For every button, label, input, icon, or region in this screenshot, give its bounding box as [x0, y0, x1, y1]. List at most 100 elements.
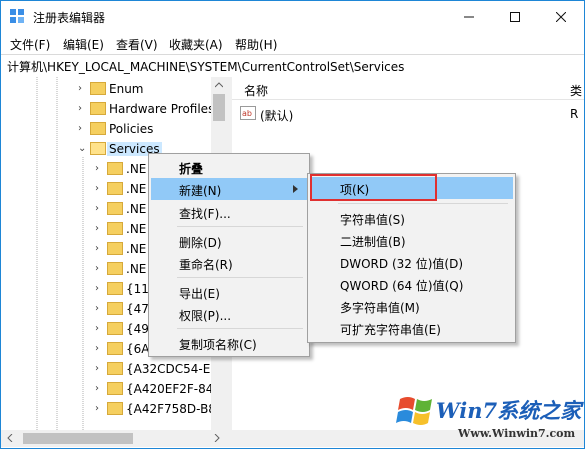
title-bar: 注册表编辑器	[1, 1, 584, 33]
maximize-button[interactable]	[492, 1, 538, 33]
ctx-rename[interactable]: 重命名(R)	[151, 252, 307, 274]
column-type[interactable]: 类	[570, 82, 582, 99]
sub-dword-value-label: DWORD (32 位)值(D)	[340, 257, 463, 271]
regedit-app-icon	[10, 9, 24, 23]
expand-arrow-icon[interactable]: ›	[95, 163, 99, 174]
expand-arrow-icon[interactable]: ›	[78, 123, 82, 134]
ctx-separator	[177, 328, 303, 329]
expand-arrow-icon[interactable]: ›	[95, 323, 99, 334]
sub-string-value[interactable]: 字符串值(S)	[310, 207, 513, 229]
value-name: (默认)	[260, 109, 294, 123]
ctx-collapse-label: 折叠	[179, 162, 204, 176]
folder-icon	[107, 182, 123, 195]
expand-arrow-icon[interactable]: ›	[95, 183, 99, 194]
minimize-button[interactable]	[446, 1, 492, 33]
highlight-annotation-box	[310, 174, 437, 201]
tree-horizontal-scrollbar[interactable]	[1, 430, 227, 447]
menu-view[interactable]: 查看(V)	[116, 36, 158, 53]
address-bar[interactable]: 计算机\HKEY_LOCAL_MACHINE\SYSTEM\CurrentCon…	[1, 54, 584, 78]
ctx-rename-label: 重命名(R)	[179, 258, 233, 272]
ctx-separator	[177, 277, 303, 278]
window-title: 注册表编辑器	[33, 11, 106, 25]
string-value-icon: ab	[240, 106, 256, 120]
ctx-new-label: 新建(N)	[179, 184, 222, 198]
expand-arrow-icon[interactable]: ›	[95, 203, 99, 214]
menu-file[interactable]: 文件(F)	[10, 36, 50, 53]
ctx-delete-label: 删除(D)	[179, 236, 222, 250]
expand-arrow-icon[interactable]: ›	[95, 343, 99, 354]
ctx-find[interactable]: 查找(F)...	[151, 201, 307, 223]
tree-node-label: {A42F758D-B8	[126, 402, 216, 416]
tree-node-label: {49	[126, 322, 149, 336]
sub-dword-value[interactable]: DWORD (32 位)值(D)	[310, 251, 513, 273]
tree-node[interactable]: › {A420EF2F-842	[1, 379, 221, 399]
folder-icon	[90, 122, 106, 135]
ctx-export-label: 导出(E)	[179, 287, 220, 301]
menu-edit[interactable]: 编辑(E)	[63, 36, 104, 53]
ctx-collapse[interactable]: 折叠	[151, 156, 307, 178]
folder-icon	[107, 362, 123, 375]
tree-node-label: Enum	[109, 82, 144, 96]
expand-arrow-icon[interactable]: ›	[95, 363, 99, 374]
menu-help[interactable]: 帮助(H)	[235, 36, 277, 53]
expand-arrow-icon[interactable]: ›	[78, 83, 82, 94]
expand-arrow-icon[interactable]: ›	[95, 243, 99, 254]
expand-arrow-icon[interactable]: ›	[95, 383, 99, 394]
expand-arrow-icon[interactable]: ›	[95, 403, 99, 414]
sub-binary-value-label: 二进制值(B)	[340, 235, 406, 249]
tree-node-label: .NE	[126, 202, 147, 216]
folder-icon	[90, 102, 106, 115]
folder-icon	[90, 142, 106, 155]
menu-bar: 文件(F) 编辑(E) 查看(V) 收藏夹(A) 帮助(H)	[1, 33, 584, 53]
sub-qword-value[interactable]: QWORD (64 位)值(Q)	[310, 273, 513, 295]
folder-icon	[107, 322, 123, 335]
folder-icon	[107, 282, 123, 295]
scroll-left-icon	[7, 434, 13, 442]
watermark-brand: Win7系统之家	[436, 398, 582, 423]
ctx-permissions[interactable]: 权限(P)...	[151, 303, 307, 325]
tree-node[interactable]: › Policies	[1, 119, 211, 139]
scroll-up-icon	[215, 82, 223, 88]
folder-icon	[107, 262, 123, 275]
close-button[interactable]	[538, 1, 584, 33]
tree-node[interactable]: › Enum	[1, 79, 211, 99]
sub-multi-string-value-label: 多字符串值(M)	[340, 301, 420, 315]
expand-arrow-icon[interactable]: ›	[95, 263, 99, 274]
tree-node-label: Policies	[109, 122, 154, 136]
sub-separator	[338, 203, 508, 204]
tree-scroll-thumb[interactable]	[213, 94, 225, 121]
expand-arrow-icon[interactable]: ›	[95, 303, 99, 314]
ctx-permissions-label: 权限(P)...	[179, 309, 232, 323]
address-path: 计算机\HKEY_LOCAL_MACHINE\SYSTEM\CurrentCon…	[7, 60, 405, 74]
tree-node[interactable]: › {A42F758D-B8	[1, 399, 216, 419]
menu-favorites[interactable]: 收藏夹(A)	[169, 36, 223, 53]
value-row[interactable]: ab (默认) R	[238, 104, 584, 124]
tree-node[interactable]: › {A32CDC54-E3	[1, 359, 218, 379]
ctx-delete[interactable]: 删除(D)	[151, 230, 307, 252]
ctx-copy-key-name-label: 复制项名称(C)	[179, 338, 257, 352]
ctx-new[interactable]: 新建(N)	[151, 178, 307, 200]
submenu-arrow-icon	[293, 185, 298, 193]
tree-node-label: .NE	[126, 262, 147, 276]
sub-binary-value[interactable]: 二进制值(B)	[310, 229, 513, 251]
expand-arrow-icon[interactable]: ›	[78, 103, 82, 114]
sub-qword-value-label: QWORD (64 位)值(Q)	[340, 279, 464, 293]
expand-arrow-icon[interactable]: ›	[95, 283, 99, 294]
tree-hscroll-thumb[interactable]	[23, 433, 133, 444]
tree-node[interactable]: › Hardware Profiles	[1, 99, 214, 119]
sub-expandable-string-value[interactable]: 可扩充字符串值(E)	[310, 317, 513, 339]
column-name[interactable]: 名称	[244, 82, 268, 99]
site-watermark: Win7系统之家 Www.Winwin7.com	[396, 389, 584, 447]
value-type: R	[570, 107, 579, 121]
ctx-copy-key-name[interactable]: 复制项名称(C)	[151, 332, 307, 354]
ctx-export[interactable]: 导出(E)	[151, 281, 307, 303]
close-icon	[556, 12, 566, 22]
column-header: 名称 类	[232, 77, 584, 100]
folder-icon	[107, 302, 123, 315]
folder-icon	[90, 82, 106, 95]
expand-arrow-icon[interactable]: ›	[95, 223, 99, 234]
collapse-arrow-icon[interactable]: ⌄	[78, 143, 86, 154]
sub-string-value-label: 字符串值(S)	[340, 213, 405, 227]
tree-node-label: .NE	[126, 242, 147, 256]
sub-multi-string-value[interactable]: 多字符串值(M)	[310, 295, 513, 317]
